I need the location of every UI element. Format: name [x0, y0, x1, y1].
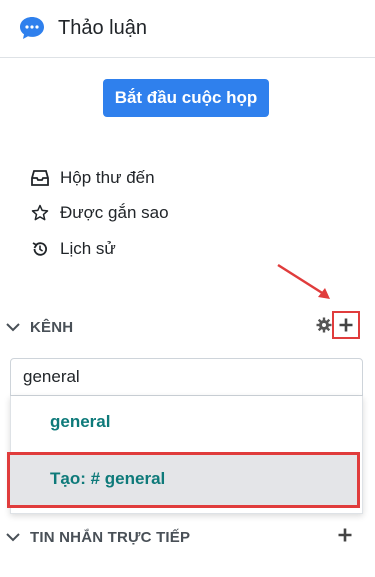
direct-messages-section-label: TIN NHẮN TRỰC TIẾP: [30, 528, 191, 546]
add-channel-button[interactable]: [332, 311, 360, 339]
sidebar-item-starred[interactable]: Được gắn sao: [30, 199, 169, 227]
sidebar-item-inbox[interactable]: Hộp thư đến: [30, 164, 155, 192]
sidebar-item-history[interactable]: Lịch sử: [30, 235, 116, 263]
page-title: Thảo luận: [58, 17, 147, 39]
app-header: Thảo luận: [0, 0, 375, 58]
add-direct-message-plus-icon[interactable]: [337, 527, 353, 543]
chevron-down-icon: [6, 323, 20, 332]
channel-search-input[interactable]: [10, 358, 363, 396]
inbox-icon: [30, 168, 50, 188]
history-icon: [30, 239, 50, 259]
gear-icon[interactable]: [316, 317, 332, 333]
chevron-down-icon: [6, 533, 20, 542]
sidebar-item-label: Hộp thư đến: [60, 168, 155, 187]
channel-option-general[interactable]: general: [50, 412, 110, 432]
star-icon: [30, 203, 50, 223]
start-meeting-button[interactable]: Bắt đầu cuộc họp: [103, 79, 269, 117]
chat-bubble-icon: [20, 17, 44, 39]
channels-section-label: KÊNH: [30, 318, 74, 336]
annotation-arrow-icon: [277, 263, 330, 299]
sidebar-item-label: Được gắn sao: [60, 203, 169, 222]
direct-messages-section-toggle[interactable]: TIN NHẮN TRỰC TIẾP: [0, 522, 375, 552]
plus-icon: [339, 318, 353, 332]
sidebar-item-label: Lịch sử: [60, 239, 116, 258]
create-channel-option-label: Tạo: # general: [50, 469, 166, 488]
